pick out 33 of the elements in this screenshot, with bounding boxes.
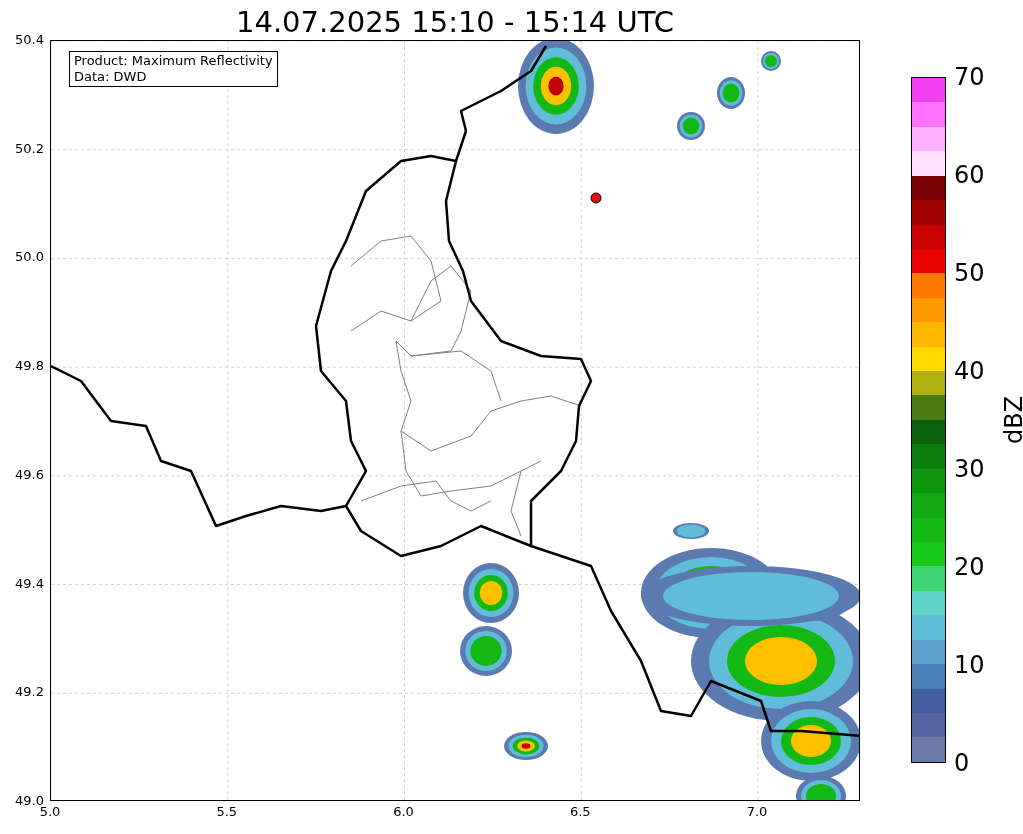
x-tick-label: 7.0 [746,805,768,819]
y-tick-label: 49.4 [15,576,44,591]
y-tick-label: 50.4 [15,33,44,47]
colorbar-label: dBZ [1000,395,1023,445]
colorbar-tick-label: 10 [954,652,985,678]
x-tick-label: 5.0 [39,805,61,819]
radar-echo [504,732,548,760]
x-tick-label: 6.0 [393,805,414,819]
y-tick-label: 49.6 [15,467,44,482]
y-tick-label: 49.0 [15,794,44,808]
y-tick-label: 49.8 [15,359,44,374]
radar-echo [463,563,519,623]
colorbar-tick-label: 20 [954,554,985,580]
colorbar-tick-label: 40 [954,358,985,384]
y-tick-label: 50.2 [15,141,44,156]
radar-echo [460,626,512,676]
colorbar-tick-label: 0 [954,750,970,776]
y-tick-label: 50.0 [15,250,44,265]
location-marker [590,192,602,204]
legend-text: Data: DWD [74,69,148,85]
colorbar-tick-label: 60 [954,162,985,188]
colorbar-tick-label: 30 [954,456,985,482]
radar-echo [677,112,705,140]
x-tick-label: 6.5 [569,805,591,819]
y-tick-label: 49.2 [15,685,44,700]
colorbar-tick-label: 70 [954,64,985,90]
colorbar-tick-label: 50 [954,260,985,286]
radar-echo [717,77,745,109]
legend-text: Product: Maximum Reflectivity [74,53,273,69]
radar-echo [673,523,709,539]
radar-echo [761,51,781,71]
figure-title: 14.07.2025 15:10 - 15:14 UTC [236,4,674,40]
x-tick-label: 5.5 [216,805,238,819]
